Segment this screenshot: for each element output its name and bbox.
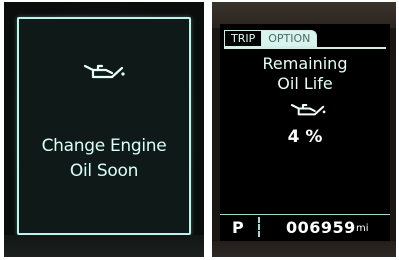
left-bezel — [4, 235, 204, 257]
tab-underline — [224, 47, 386, 49]
display-tabs: TRIP OPTION — [224, 30, 318, 47]
warning-message: Change Engine Oil Soon — [19, 134, 189, 184]
oil-life-title-line-2: Oil Life — [277, 74, 333, 93]
tab-trip[interactable]: TRIP — [224, 30, 262, 47]
odometer-value: 006959 — [286, 218, 356, 237]
status-bar: P 006959 mi — [220, 214, 390, 239]
oil-life-screen: TRIP OPTION Remaining Oil Life 4 % P 006… — [220, 24, 390, 242]
warning-line-1: Change Engine — [41, 136, 167, 156]
oil-life-title: Remaining Oil Life — [220, 54, 390, 94]
oil-can-icon — [290, 104, 326, 116]
right-photo: TRIP OPTION Remaining Oil Life 4 % P 006… — [212, 2, 396, 257]
status-separator — [258, 217, 260, 237]
right-bezel-bottom — [212, 241, 396, 257]
oil-warning-screen: Change Engine Oil Soon — [17, 17, 191, 235]
left-photo: Change Engine Oil Soon — [4, 2, 204, 257]
oil-can-icon — [83, 64, 125, 79]
warning-line-2: Oil Soon — [69, 161, 139, 181]
odometer-unit: mi — [356, 223, 369, 234]
oil-life-title-line-1: Remaining — [262, 54, 348, 73]
gear-indicator: P — [232, 218, 244, 237]
tab-option[interactable]: OPTION — [261, 30, 318, 47]
oil-life-percent: 4 % — [287, 127, 323, 147]
